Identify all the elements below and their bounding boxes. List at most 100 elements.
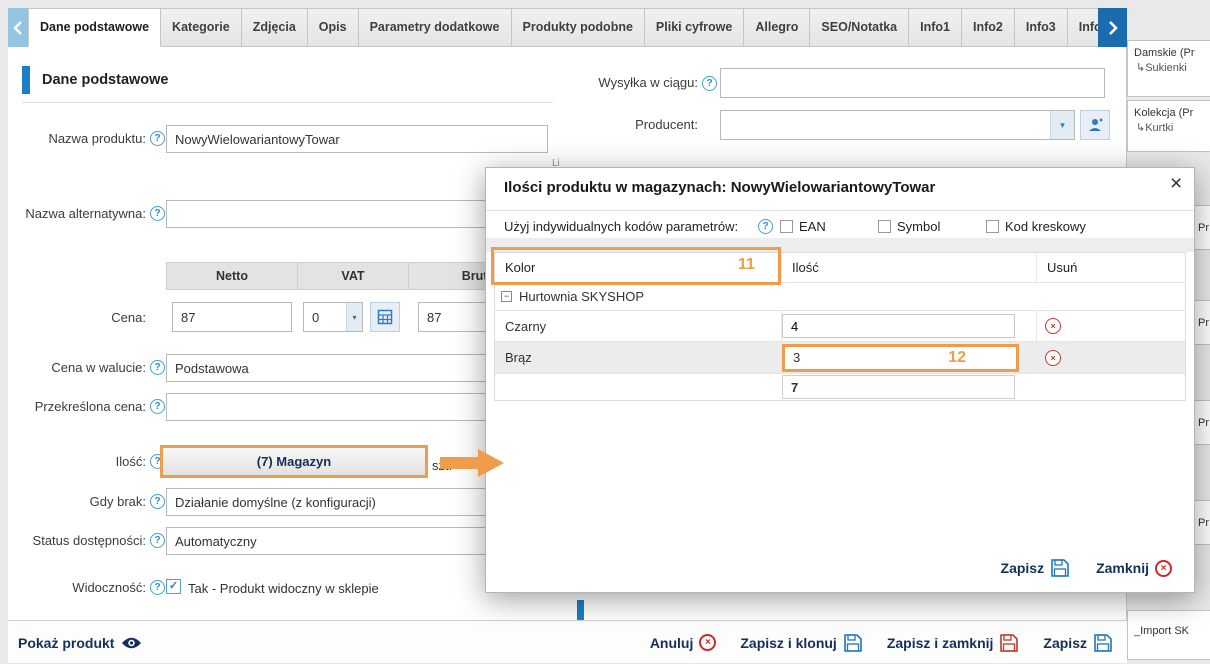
product-name-input[interactable]: [166, 125, 548, 153]
price-header-vat: VAT: [298, 263, 409, 289]
sidebar-item-title: _Import SK: [1128, 611, 1210, 638]
save-floppy-icon: [1093, 633, 1113, 653]
modal-close-icon[interactable]: ×: [1170, 172, 1182, 196]
quantity-total: 7: [782, 375, 1015, 399]
shipping-input[interactable]: [720, 68, 1105, 98]
sidebar-item-sub: ↳Sukienki: [1128, 60, 1210, 78]
eye-icon[interactable]: [121, 636, 142, 650]
modal-close-button[interactable]: Zamknij ×: [1096, 560, 1172, 577]
save-clone-label: Zapisz i klonuj: [740, 635, 836, 651]
help-icon[interactable]: ?: [758, 219, 773, 234]
individual-codes-label: Użyj indywidualnych kodów parametrów:: [504, 219, 738, 234]
quantity-label: Ilość:: [8, 448, 146, 476]
currency-price-label: Cena w walucie:: [8, 354, 146, 382]
variant-name: Czarny: [495, 311, 782, 341]
help-icon[interactable]: ?: [150, 494, 165, 509]
delete-row-icon[interactable]: ×: [1045, 318, 1061, 334]
alt-name-label: Nazwa alternatywna:: [8, 200, 146, 228]
symbol-checkbox-label: Symbol: [897, 219, 940, 234]
modal-save-label: Zapisz: [1001, 560, 1045, 576]
warehouse-quantities-modal: Ilości produktu w magazynach: NowyWielow…: [485, 167, 1195, 593]
help-icon[interactable]: ?: [150, 206, 165, 221]
tab-info4[interactable]: Info: [1068, 8, 1098, 47]
tabs-scroll-right-button[interactable]: [1098, 8, 1127, 47]
table-row: Brąz 3 12 ×: [495, 342, 1185, 374]
cancel-button[interactable]: Anuluj ×: [650, 634, 717, 651]
tabs-scroll-left-button[interactable]: [8, 8, 28, 47]
help-icon[interactable]: ?: [702, 76, 717, 91]
sidebar-item-import[interactable]: _Import SK: [1127, 610, 1210, 660]
save-close-label: Zapisz i zamknij: [887, 635, 994, 651]
tab-info3[interactable]: Info3: [1015, 8, 1068, 47]
symbol-checkbox[interactable]: [878, 220, 891, 233]
cancel-label: Anuluj: [650, 635, 694, 651]
tab-zdjecia[interactable]: Zdjęcia: [242, 8, 308, 47]
chevron-right-icon: [1108, 20, 1118, 36]
help-icon[interactable]: ?: [150, 131, 165, 146]
column-header-usun: Usuń: [1037, 253, 1185, 282]
tab-allegro[interactable]: Allegro: [744, 8, 810, 47]
total-row: 7: [495, 374, 1185, 400]
vat-value: 0: [312, 310, 319, 325]
ean-checkbox[interactable]: [780, 220, 793, 233]
chevron-down-icon[interactable]: ▾: [1050, 111, 1074, 139]
sidebar-item-title: Kolekcja (Pr: [1128, 101, 1210, 120]
tab-dane-podstawowe[interactable]: Dane podstawowe: [28, 8, 161, 47]
modal-save-floppy-icon: [1050, 558, 1070, 578]
variant-name: Brąz: [495, 342, 782, 373]
price-calculator-button[interactable]: [370, 302, 400, 332]
section-title: Dane podstawowe: [42, 66, 169, 94]
tab-info1[interactable]: Info1: [909, 8, 962, 47]
section-divider: [22, 102, 553, 103]
modal-close-label: Zamknij: [1096, 560, 1149, 576]
vat-select[interactable]: 0 ▾: [303, 302, 363, 332]
tab-parametry-dodatkowe[interactable]: Parametry dodatkowe: [359, 8, 512, 47]
save-and-clone-button[interactable]: Zapisz i klonuj: [740, 633, 862, 653]
warehouse-group-row[interactable]: − Hurtownia SKYSHOP: [495, 283, 1185, 311]
sidebar-item-kolekcja[interactable]: Kolekcja (Pr ↳Kurtki: [1127, 100, 1210, 152]
chevron-down-icon[interactable]: ▾: [346, 303, 362, 331]
warehouse-quantity-button[interactable]: (7) Magazyn: [160, 445, 428, 478]
tab-produkty-podobne[interactable]: Produkty podobne: [512, 8, 645, 47]
price-header-netto: Netto: [167, 263, 298, 289]
annotation-step-12: 12: [948, 349, 966, 367]
save-and-close-button[interactable]: Zapisz i zamknij: [887, 633, 1020, 653]
tab-kategorie[interactable]: Kategorie: [161, 8, 242, 47]
save-button[interactable]: Zapisz: [1043, 633, 1113, 653]
help-icon[interactable]: ?: [150, 399, 165, 414]
modal-title: Ilości produktu w magazynach: NowyWielow…: [504, 179, 935, 196]
producer-select[interactable]: ▾: [720, 110, 1075, 140]
price-netto-input[interactable]: [172, 302, 292, 332]
collapse-icon[interactable]: −: [501, 291, 512, 302]
help-icon[interactable]: ?: [150, 580, 165, 595]
tab-seo-notatka[interactable]: SEO/Notatka: [810, 8, 909, 47]
warehouse-arrow-annotation: [440, 457, 478, 469]
ean-checkbox-label: EAN: [799, 219, 826, 234]
show-product-button[interactable]: Pokaż produkt: [18, 635, 114, 651]
bottom-action-bar: Pokaż produkt Anuluj × Zapisz i klonuj: [8, 620, 1127, 663]
tab-bar: Dane podstawowe Kategorie Zdjęcia Opis P…: [8, 8, 1127, 47]
save-label: Zapisz: [1043, 635, 1087, 651]
tab-pliki-cyfrowe[interactable]: Pliki cyfrowe: [645, 8, 744, 47]
tab-opis[interactable]: Opis: [308, 8, 359, 47]
quantity-value: 3: [793, 350, 800, 365]
add-producer-button[interactable]: [1080, 110, 1110, 140]
quantity-input-highlighted[interactable]: 3 12: [782, 344, 1019, 372]
product-name-label: Nazwa produktu:: [8, 125, 146, 153]
help-icon[interactable]: ?: [150, 533, 165, 548]
barcode-checkbox[interactable]: [986, 220, 999, 233]
cancel-icon: ×: [699, 634, 716, 651]
delete-row-icon[interactable]: ×: [1045, 350, 1061, 366]
tabs-strip: Dane podstawowe Kategorie Zdjęcia Opis P…: [28, 8, 1098, 47]
modal-save-button[interactable]: Zapisz: [1001, 558, 1071, 578]
sidebar-item-damskie[interactable]: Damskie (Pr ↳Sukienki: [1127, 40, 1210, 97]
sidebar-item-title: Damskie (Pr: [1128, 41, 1210, 60]
visibility-checkbox[interactable]: ✓: [166, 579, 181, 594]
tab-info2[interactable]: Info2: [962, 8, 1015, 47]
help-icon[interactable]: ?: [150, 360, 165, 375]
quantity-input[interactable]: [782, 314, 1015, 338]
add-producer-icon: [1087, 117, 1103, 133]
warehouse-table: Kolor Ilość Usuń − Hurtownia SKYSHOP Cza…: [494, 252, 1186, 401]
modal-close-x-icon: ×: [1155, 560, 1172, 577]
hidden-section-accent-fragment: [577, 600, 584, 622]
